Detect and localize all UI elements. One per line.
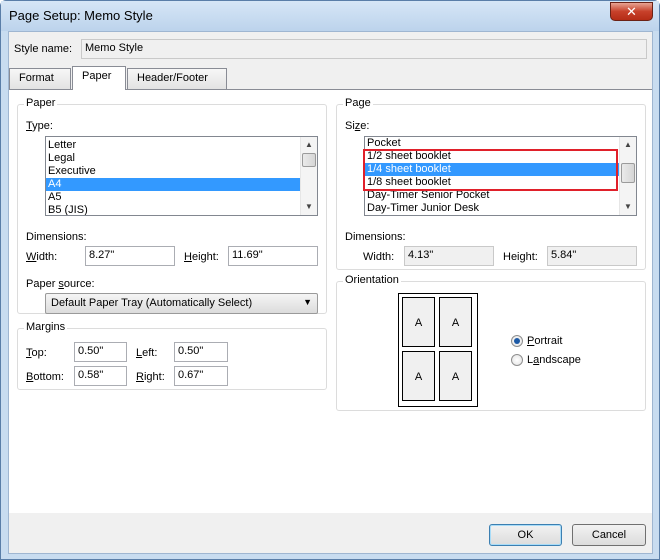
margin-bottom-label: Bottom: — [26, 371, 64, 383]
page-size-option[interactable]: Day-Timer Junior Desk — [365, 202, 636, 215]
tab-header-footer[interactable]: Header/Footer — [127, 68, 227, 89]
paper-type-scrollbar[interactable]: ▲ ▼ — [300, 137, 317, 215]
scroll-thumb[interactable] — [302, 153, 316, 167]
paper-type-option[interactable]: A5 — [46, 191, 317, 204]
paper-source-dropdown[interactable]: Default Paper Tray (Automatically Select… — [45, 293, 318, 314]
margin-bottom-field[interactable]: 0.58" — [74, 366, 127, 386]
paper-type-label: Type: — [26, 120, 53, 132]
margin-left-label: Left: — [136, 347, 158, 359]
paper-type-option[interactable]: B5 (JIS) — [46, 204, 317, 215]
cancel-button[interactable]: Cancel — [572, 524, 646, 546]
margins-group: Margins Top: 0.50" Left: 0.50" Bottom: 0… — [17, 321, 327, 390]
margin-top-field[interactable]: 0.50" — [74, 342, 127, 362]
orientation-preview: A A A A — [398, 293, 478, 407]
tab-paper[interactable]: Paper — [72, 66, 126, 90]
page-height-caption: Height: — [503, 251, 538, 263]
paper-type-option[interactable]: Legal — [46, 152, 317, 165]
page-dimensions-label: Dimensions: — [345, 231, 406, 243]
radio-selected-dot — [514, 338, 520, 344]
ok-button[interactable]: OK — [489, 524, 562, 546]
paper-height-field[interactable]: 11.69" — [228, 246, 318, 266]
page-group: Page Size: Pocket 1/2 sheet booklet 1/4 sh… — [336, 97, 646, 270]
scroll-down-icon[interactable]: ▼ — [301, 199, 317, 215]
paper-type-option[interactable]: Executive — [46, 165, 317, 178]
close-button[interactable]: ✕ — [610, 2, 653, 21]
dialog-client-area: Style name: Memo Style Format Paper Head… — [8, 31, 653, 554]
paper-height-label: Height: — [184, 251, 219, 263]
landscape-radio[interactable] — [511, 354, 523, 366]
scroll-thumb[interactable] — [621, 163, 635, 183]
tab-paper-label: Paper — [82, 70, 112, 82]
scroll-down-icon[interactable]: ▼ — [620, 199, 636, 215]
page-setup-dialog: Page Setup: Memo Style ✕ Style name: Mem… — [0, 0, 660, 560]
page-width-label: Width: — [363, 251, 395, 263]
preview-page: A — [439, 297, 472, 347]
tab-format-label: Format — [19, 72, 54, 84]
margin-right-label: Right: — [136, 371, 165, 383]
paper-type-list[interactable]: Letter Legal Executive A4 A5 B5 (JIS) ▲ ▼ — [45, 136, 318, 216]
style-name-label: Style name: — [14, 43, 73, 55]
paper-source-label: Paper source: — [26, 278, 95, 290]
paper-group-title: Paper — [24, 97, 58, 109]
landscape-label[interactable]: Landscape — [527, 354, 581, 366]
title-bar[interactable]: Page Setup: Memo Style ✕ — [1, 1, 659, 31]
close-icon: ✕ — [626, 4, 637, 19]
paper-width-label: Width: — [26, 251, 58, 263]
window-title: Page Setup: Memo Style — [9, 8, 153, 23]
page-size-label: Size: — [345, 120, 370, 132]
page-size-scrollbar[interactable]: ▲ ▼ — [619, 137, 636, 215]
paper-width-field[interactable]: 8.27" — [85, 246, 175, 266]
tab-header-footer-label: Header/Footer — [137, 72, 208, 84]
scroll-up-icon[interactable]: ▲ — [301, 137, 317, 153]
portrait-radio[interactable] — [511, 335, 523, 347]
page-height-field: 5.84" — [547, 246, 637, 266]
tab-format[interactable]: Format — [9, 68, 71, 89]
margin-left-field[interactable]: 0.50" — [174, 342, 228, 362]
portrait-label[interactable]: Portrait — [527, 335, 562, 347]
margins-group-title: Margins — [24, 321, 68, 333]
paper-tab-panel: Paper Type: Letter Legal Executive A4 A5 B5 (… — [9, 89, 652, 513]
paper-type-option[interactable]: Letter — [46, 139, 317, 152]
orientation-group-title: Orientation — [343, 274, 401, 286]
margin-top-label: Top: — [26, 347, 47, 359]
paper-group: Paper Type: Letter Legal Executive A4 A5 B5 (… — [17, 97, 327, 314]
page-group-title: Page — [343, 97, 373, 109]
preview-page: A — [402, 297, 435, 347]
style-name-field[interactable]: Memo Style — [81, 39, 647, 59]
page-width-field: 4.13" — [404, 246, 494, 266]
paper-type-option[interactable]: A4 — [46, 178, 317, 191]
margin-right-field[interactable]: 0.67" — [174, 366, 228, 386]
chevron-down-icon: ▼ — [303, 297, 312, 307]
scroll-up-icon[interactable]: ▲ — [620, 137, 636, 153]
size-highlight-box — [363, 149, 618, 191]
preview-page: A — [439, 351, 472, 401]
paper-source-value: Default Paper Tray (Automatically Select… — [51, 297, 253, 309]
orientation-group: Orientation A A A A Portrait Landscape — [336, 274, 646, 411]
paper-dimensions-label: Dimensions: — [26, 231, 87, 243]
preview-page: A — [402, 351, 435, 401]
